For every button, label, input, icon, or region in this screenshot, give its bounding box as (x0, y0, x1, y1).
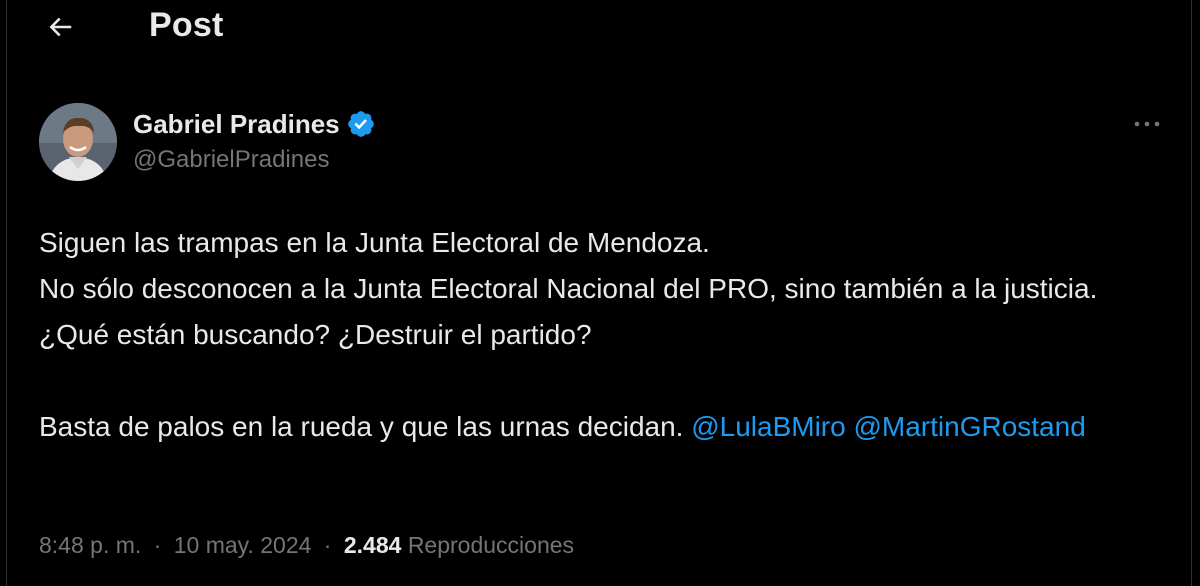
post-page: Post Gabriel Pradines @GabrielPradines S… (6, 0, 1192, 586)
post-text-line: Siguen las trampas en la Junta Electoral… (39, 227, 710, 258)
post-text-line: Basta de palos en la rueda y que las urn… (39, 404, 1169, 450)
verified-badge-icon[interactable] (346, 109, 376, 139)
avatar[interactable] (39, 103, 117, 181)
author-handle[interactable]: @GabrielPradines (133, 146, 376, 174)
views-count: 2.484 (343, 532, 402, 558)
post-text-line: No sólo desconocen a la Junta Electoral … (39, 273, 1098, 350)
views-label: Reproducciones (407, 532, 575, 558)
avatar-photo (39, 103, 117, 181)
page-header: Post (7, 0, 1191, 54)
back-button[interactable] (40, 7, 80, 47)
author-name-row: Gabriel Pradines (133, 108, 376, 140)
more-options-button[interactable] (1131, 112, 1163, 136)
post-text-segment: Basta de palos en la rueda y que las urn… (39, 411, 684, 442)
meta-separator: · (153, 532, 162, 558)
author-info: Gabriel Pradines @GabrielPradines (133, 108, 376, 174)
meta-separator: · (323, 532, 332, 558)
arrow-left-icon (49, 17, 72, 37)
mention-link[interactable]: @LulaBMiro (691, 411, 845, 442)
author-name[interactable]: Gabriel Pradines (133, 109, 340, 140)
page-title: Post (149, 6, 224, 44)
more-horizontal-icon (1134, 121, 1160, 127)
post-time[interactable]: 8:48 p. m. (39, 532, 141, 558)
post-text: Siguen las trampas en la Junta Electoral… (39, 220, 1169, 450)
mention-link[interactable]: @MartinGRostand (853, 411, 1085, 442)
post-date[interactable]: 10 may. 2024 (174, 532, 312, 558)
post-meta: 8:48 p. m. · 10 may. 2024 · 2.484 Reprod… (39, 532, 574, 559)
